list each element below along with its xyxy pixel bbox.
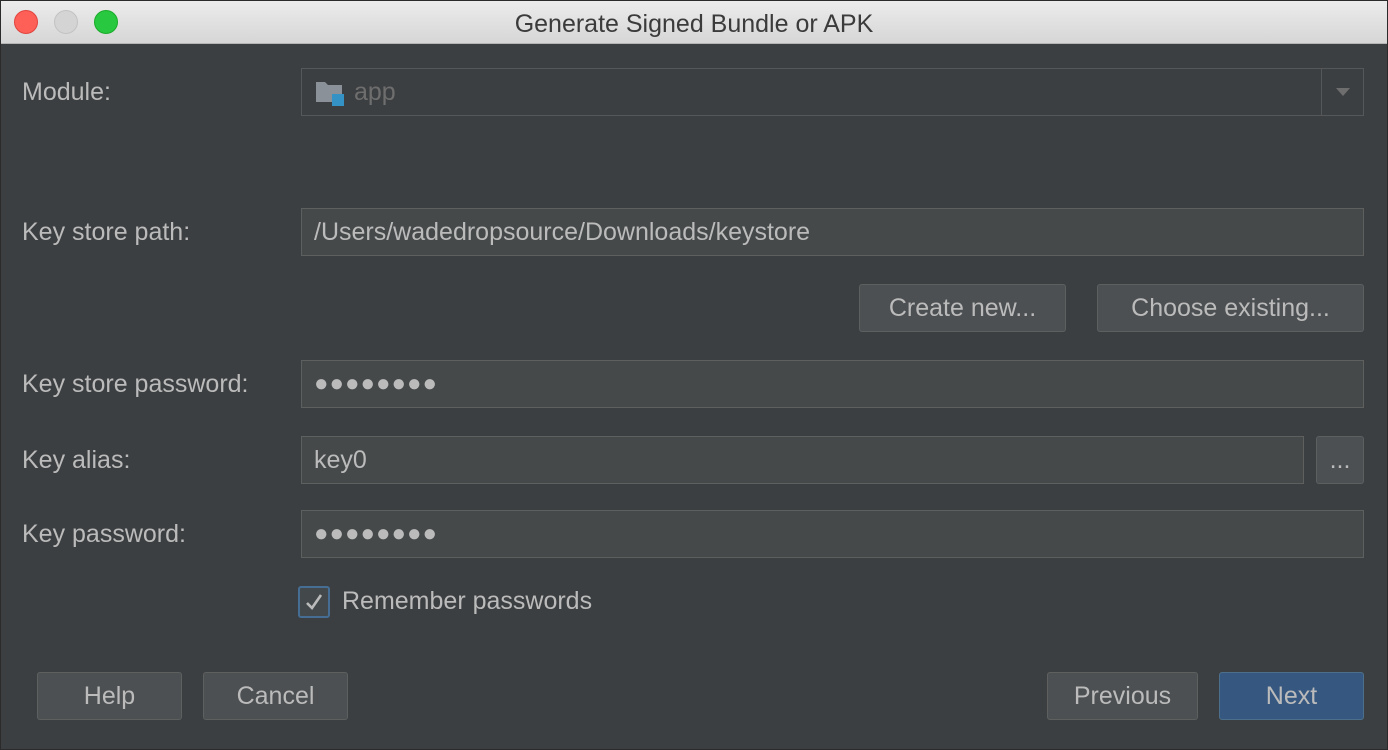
key-password-mask: ●●●●●●●● bbox=[314, 520, 438, 547]
help-button[interactable]: Help bbox=[37, 672, 182, 720]
dialog-window: Generate Signed Bundle or APK Module: ap… bbox=[0, 0, 1388, 750]
key-store-path-value: /Users/wadedropsource/Downloads/keystore bbox=[314, 217, 811, 246]
key-alias-field[interactable]: key0 bbox=[301, 436, 1304, 484]
remember-passwords-checkbox[interactable] bbox=[298, 586, 330, 618]
key-store-path-field[interactable]: /Users/wadedropsource/Downloads/keystore bbox=[301, 208, 1364, 256]
module-label: Module: bbox=[22, 78, 111, 106]
remember-passwords-label[interactable]: Remember passwords bbox=[342, 587, 592, 616]
key-password-label: Key password: bbox=[22, 520, 186, 548]
chevron-down-icon[interactable] bbox=[1321, 69, 1363, 115]
module-value: app bbox=[354, 77, 396, 106]
checkmark-icon bbox=[306, 594, 323, 611]
key-password-field[interactable]: ●●●●●●●● bbox=[301, 510, 1364, 558]
module-dropdown[interactable]: app bbox=[301, 68, 1364, 116]
module-folder-icon bbox=[314, 78, 344, 106]
cancel-button[interactable]: Cancel bbox=[203, 672, 348, 720]
window-title: Generate Signed Bundle or APK bbox=[514, 10, 874, 38]
key-alias-label: Key alias: bbox=[22, 446, 131, 474]
key-store-password-field[interactable]: ●●●●●●●● bbox=[301, 360, 1364, 408]
previous-button[interactable]: Previous bbox=[1047, 672, 1198, 720]
key-store-password-label: Key store password: bbox=[22, 370, 249, 398]
create-new-button[interactable]: Create new... bbox=[859, 284, 1066, 332]
choose-existing-button[interactable]: Choose existing... bbox=[1097, 284, 1364, 332]
next-button[interactable]: Next bbox=[1219, 672, 1364, 720]
key-store-path-label: Key store path: bbox=[22, 218, 191, 246]
title-bar: Generate Signed Bundle or APK bbox=[1, 1, 1387, 44]
browse-key-alias-button[interactable]: ... bbox=[1316, 436, 1364, 484]
key-alias-value: key0 bbox=[314, 445, 367, 474]
key-store-password-mask: ●●●●●●●● bbox=[314, 370, 438, 397]
